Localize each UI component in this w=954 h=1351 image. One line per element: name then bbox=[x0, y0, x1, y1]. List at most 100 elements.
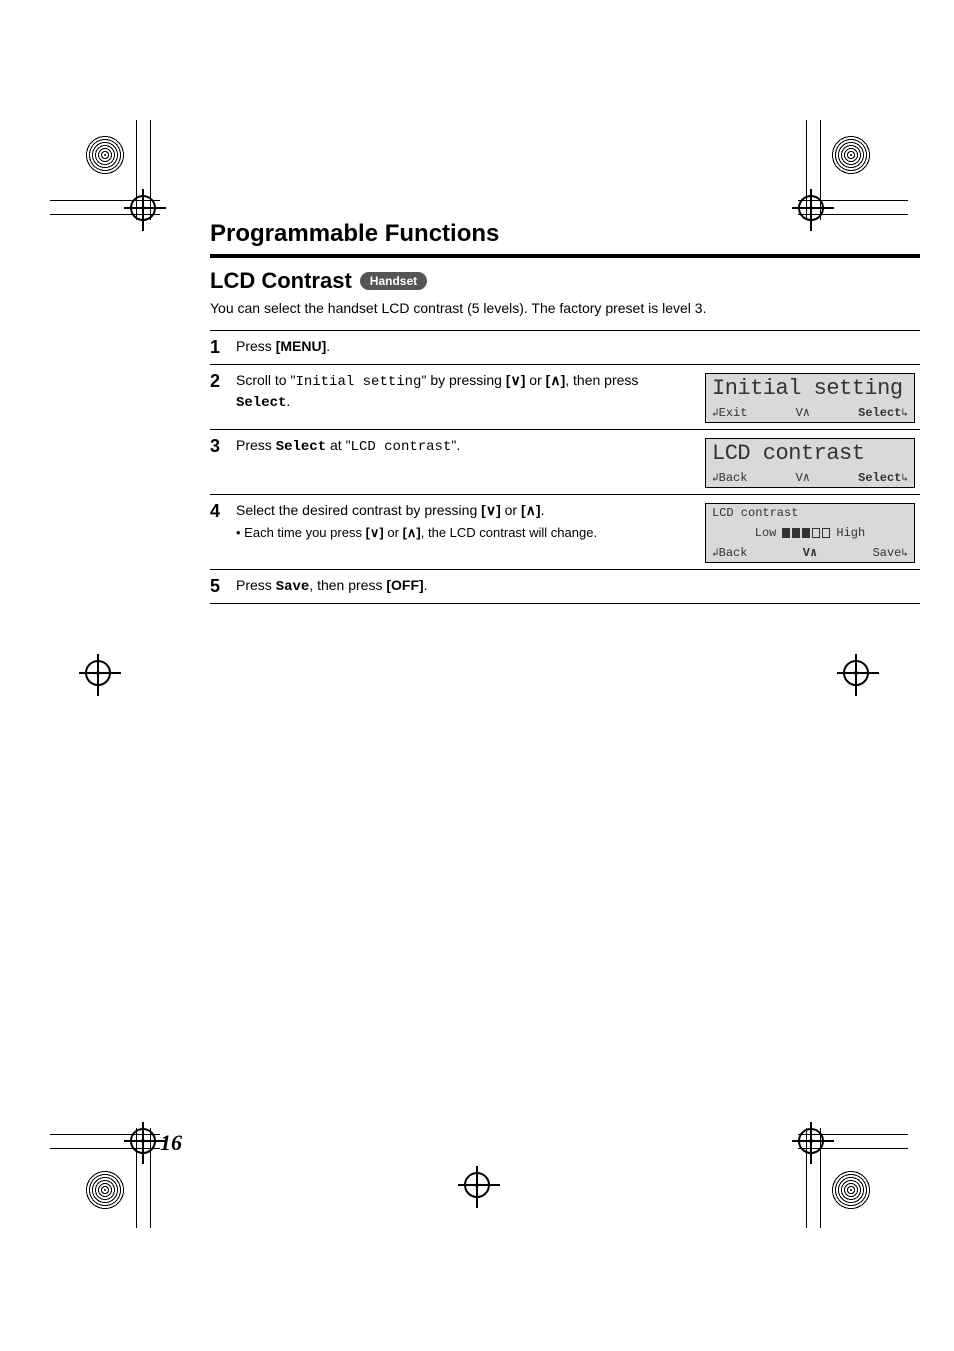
contrast-bar bbox=[782, 528, 830, 538]
menu-name: Initial setting bbox=[295, 374, 421, 390]
section-rule bbox=[210, 254, 920, 258]
softkey-name: Select bbox=[236, 395, 286, 411]
softkey-name: Save bbox=[276, 579, 310, 595]
text: Select the desired contrast by pressing bbox=[236, 502, 481, 518]
lcd-line2: ↲Back V∧ Save↳ bbox=[712, 545, 908, 560]
crop-line bbox=[150, 120, 151, 220]
return-left-icon: ↲ bbox=[712, 408, 719, 420]
lcd-soft-left: ↲Exit bbox=[712, 406, 747, 420]
lcd-nav-arrows: V∧ bbox=[796, 405, 810, 420]
return-right-icon: ↳ bbox=[901, 473, 908, 485]
step-number: 5 bbox=[210, 576, 234, 597]
crop-line bbox=[806, 1128, 807, 1228]
crop-line bbox=[50, 1134, 160, 1135]
crop-line bbox=[798, 1148, 908, 1149]
step-4: 4 Select the desired contrast by pressin… bbox=[210, 494, 920, 569]
text: or bbox=[501, 502, 521, 518]
step-text: Select the desired contrast by pressing … bbox=[236, 501, 698, 541]
text: Press bbox=[236, 437, 276, 453]
menu-name: LCD contrast bbox=[351, 439, 452, 455]
text: , then press bbox=[309, 577, 386, 593]
off-key: [OFF] bbox=[386, 577, 423, 593]
page-number: 16 bbox=[160, 1130, 182, 1156]
lcd-contrast-bar-row: Low High bbox=[712, 526, 908, 540]
step-number: 1 bbox=[210, 337, 234, 358]
text: • Each time you press bbox=[236, 525, 366, 540]
lcd-soft-right: Save↳ bbox=[873, 546, 908, 560]
step-text: Scroll to "Initial setting" by pressing … bbox=[236, 371, 698, 413]
lcd-soft-right: Select↳ bbox=[858, 406, 908, 420]
return-right-icon: ↳ bbox=[901, 408, 908, 420]
lcd-line1: LCD contrast bbox=[712, 441, 908, 466]
step-number: 2 bbox=[210, 371, 234, 392]
step-5: 5 Press Save, then press [OFF]. bbox=[210, 569, 920, 604]
hatch-circle bbox=[85, 135, 125, 175]
crop-line bbox=[50, 214, 160, 215]
text: . bbox=[541, 502, 545, 518]
crop-line bbox=[820, 1128, 821, 1228]
text: " by pressing bbox=[421, 372, 505, 388]
step-1: 1 Press [MENU]. bbox=[210, 330, 920, 364]
text: Press bbox=[236, 338, 276, 354]
lcd-cell-empty bbox=[700, 576, 920, 578]
step-text: Press Save, then press [OFF]. bbox=[236, 576, 698, 597]
subtitle: LCD Contrast bbox=[210, 268, 352, 294]
high-label: High bbox=[836, 526, 865, 540]
menu-key: [MENU] bbox=[276, 338, 327, 354]
up-arrow-icon: ∧ bbox=[526, 502, 536, 518]
return-right-icon: ↳ bbox=[901, 548, 908, 560]
crop-line bbox=[798, 1134, 908, 1135]
steps-list: 1 Press [MENU]. 2 Scroll to "Initial set… bbox=[210, 330, 920, 604]
step-text: Press [MENU]. bbox=[236, 337, 698, 356]
step-3: 3 Press Select at "LCD contrast". LCD co… bbox=[210, 429, 920, 494]
step-note: • Each time you press [∨] or [∧], the LC… bbox=[236, 524, 688, 542]
down-arrow-icon: ∨ bbox=[486, 502, 496, 518]
lcd-screen-lcd-contrast-menu: LCD contrast ↲Back V∧ Select↳ bbox=[705, 438, 915, 488]
lcd-line1: LCD contrast bbox=[712, 506, 908, 520]
bar-segment-filled bbox=[792, 528, 800, 538]
step-2: 2 Scroll to "Initial setting" by pressin… bbox=[210, 364, 920, 429]
step-number: 3 bbox=[210, 436, 234, 457]
lcd-screen-contrast-adjust: LCD contrast Low High bbox=[705, 503, 915, 563]
crop-line bbox=[150, 1128, 151, 1228]
text: ". bbox=[451, 437, 460, 453]
low-label: Low bbox=[755, 526, 777, 540]
crop-line bbox=[820, 120, 821, 220]
text: . bbox=[286, 393, 290, 409]
text: , the LCD contrast will change. bbox=[421, 525, 597, 540]
lcd-soft-left: ↲Back bbox=[712, 546, 747, 560]
text: or bbox=[525, 372, 545, 388]
lcd-line1: Initial setting bbox=[712, 376, 908, 401]
crop-line bbox=[806, 120, 807, 220]
step-text: Press Select at "LCD contrast". bbox=[236, 436, 698, 457]
lcd-cell: LCD contrast Low High bbox=[700, 501, 920, 563]
registration-mark bbox=[464, 1172, 490, 1198]
text: , then press bbox=[565, 372, 638, 388]
bar-segment-filled bbox=[782, 528, 790, 538]
registration-mark bbox=[85, 660, 111, 686]
lcd-cell-empty bbox=[700, 337, 920, 339]
bar-segment-empty bbox=[822, 528, 830, 538]
bar-segment-filled bbox=[802, 528, 810, 538]
lcd-cell: LCD contrast ↲Back V∧ Select↳ bbox=[700, 436, 920, 488]
hatch-circle bbox=[831, 1170, 871, 1210]
text: . bbox=[326, 338, 330, 354]
crop-line bbox=[798, 200, 908, 201]
handset-badge: Handset bbox=[360, 272, 427, 290]
down-arrow-icon: ∨ bbox=[510, 372, 520, 388]
crop-line bbox=[798, 214, 908, 215]
lcd-line2: ↲Exit V∧ Select↳ bbox=[712, 405, 908, 420]
page-body: Programmable Functions LCD Contrast Hand… bbox=[210, 220, 920, 604]
lcd-screen-initial-setting: Initial setting ↲Exit V∧ Select↳ bbox=[705, 373, 915, 423]
crop-line bbox=[50, 1148, 160, 1149]
registration-mark bbox=[843, 660, 869, 686]
hatch-circle bbox=[85, 1170, 125, 1210]
text: Scroll to " bbox=[236, 372, 295, 388]
text: Press bbox=[236, 577, 276, 593]
lcd-nav-arrows: V∧ bbox=[796, 470, 810, 485]
lcd-soft-left: ↲Back bbox=[712, 471, 747, 485]
hatch-circle bbox=[831, 135, 871, 175]
return-left-icon: ↲ bbox=[712, 548, 719, 560]
up-arrow-icon: ∧ bbox=[550, 372, 560, 388]
return-left-icon: ↲ bbox=[712, 473, 719, 485]
